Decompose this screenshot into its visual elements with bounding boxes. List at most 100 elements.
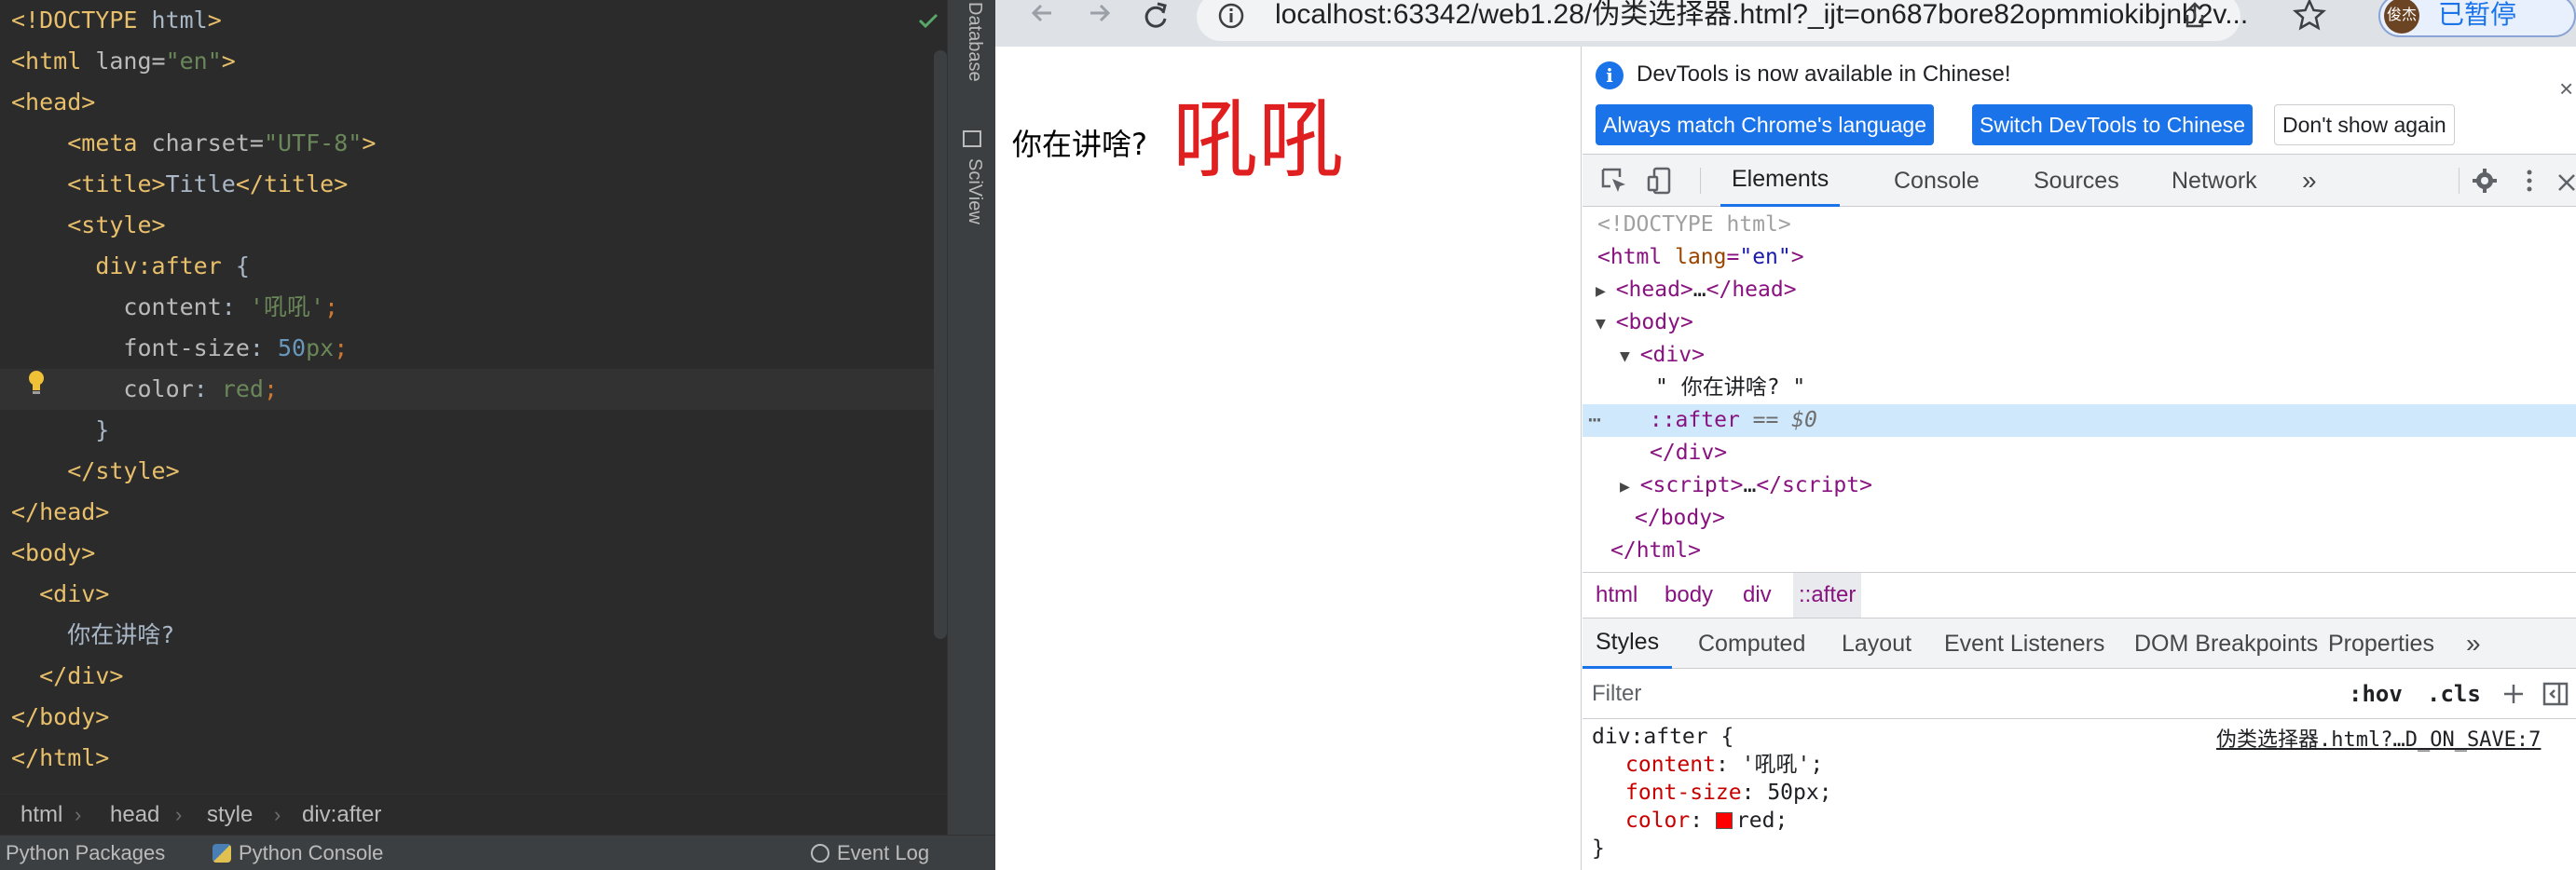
rule-declaration-content[interactable]: content: '吼吼';: [1625, 751, 1823, 779]
code-line[interactable]: <body>: [0, 533, 947, 574]
class-toggle[interactable]: .cls: [2427, 669, 2481, 719]
page-after-content: 吼吼: [1172, 90, 1345, 190]
rule-declaration-color[interactable]: color: red;: [1625, 807, 1788, 835]
share-icon[interactable]: [2181, 0, 2209, 32]
dom-node-body-close[interactable]: </body>: [1583, 502, 2576, 535]
tab-network[interactable]: Network: [2172, 155, 2257, 207]
rule-source-link[interactable]: 伪类选择器.html?…D_ON_SAVE:7: [2216, 723, 2541, 753]
breadcrumb-item[interactable]: style: [207, 795, 253, 836]
code-line-text: <body>: [11, 539, 96, 566]
dom-node-html[interactable]: <html lang="en">: [1583, 241, 2576, 274]
tab-styles[interactable]: Styles: [1583, 619, 1673, 669]
code-line[interactable]: font-size: 50px;: [0, 328, 947, 369]
new-style-rule-icon[interactable]: [2501, 682, 2526, 706]
dom-node-text[interactable]: " 你在讲啥? ": [1583, 372, 2576, 404]
dom-node-div[interactable]: ▼ <div>: [1583, 339, 2576, 372]
tab-event-listeners[interactable]: Event Listeners: [1944, 619, 2104, 669]
tab-computed[interactable]: Computed: [1698, 619, 1805, 669]
database-tab[interactable]: Database: [964, 2, 985, 82]
breadcrumb-item[interactable]: html: [21, 795, 62, 836]
sciview-tab[interactable]: SciView: [964, 158, 985, 224]
dom-node-after-selected[interactable]: ⋯::after == $0: [1583, 404, 2576, 437]
back-arrow-icon[interactable]: [1023, 0, 1061, 37]
toggle-computed-sidebar-icon[interactable]: [2542, 682, 2569, 706]
rule-selector[interactable]: div:after {: [1592, 723, 1733, 751]
code-line[interactable]: <meta charset="UTF-8">: [0, 123, 947, 164]
more-subtabs-chevron-icon[interactable]: »: [2466, 619, 2481, 669]
inspect-element-icon[interactable]: [1599, 166, 1629, 196]
code-line[interactable]: </body>: [0, 697, 947, 738]
dom-node-div-close[interactable]: </div>: [1583, 437, 2576, 469]
page-viewport: 你在讲啥? 吼吼: [995, 47, 1582, 870]
code-line[interactable]: <head>: [0, 82, 947, 123]
gear-icon[interactable]: [2470, 166, 2500, 196]
code-line[interactable]: <style>: [0, 205, 947, 246]
event-log-button[interactable]: Event Log: [811, 836, 929, 870]
more-tabs-chevron-icon[interactable]: »: [2302, 155, 2317, 207]
dom-node-html-close[interactable]: </html>: [1583, 535, 2576, 567]
code-line[interactable]: <title>Title</title>: [0, 164, 947, 205]
code-line[interactable]: 你在讲啥?: [0, 615, 947, 656]
code-line-text: font-size: 50px;: [123, 334, 349, 361]
tab-layout[interactable]: Layout: [1842, 619, 1911, 669]
code-line[interactable]: </style>: [0, 451, 947, 492]
tab-sources[interactable]: Sources: [2034, 155, 2119, 207]
info-icon: i: [1596, 61, 1624, 89]
site-info-icon[interactable]: [1215, 0, 1247, 32]
code-editor[interactable]: <!DOCTYPE html> <html lang="en"> <head> <m…: [0, 0, 947, 788]
dom-node-head[interactable]: ▶ <head>…</head>: [1583, 274, 2576, 306]
color-swatch[interactable]: [1715, 812, 1733, 829]
python-console-button[interactable]: Python Console: [212, 836, 383, 870]
reload-icon[interactable]: [1137, 0, 1174, 37]
styles-filter-input[interactable]: [1592, 676, 2328, 712]
page-div-text: 你在讲啥?: [1012, 127, 1147, 162]
tab-elements[interactable]: Elements: [1720, 155, 1841, 207]
code-line[interactable]: </head>: [0, 492, 947, 533]
tab-dom-breakpoints[interactable]: DOM Breakpoints: [2134, 619, 2318, 669]
dom-node-doctype[interactable]: <!DOCTYPE html>: [1583, 209, 2576, 241]
code-line[interactable]: content: '吼吼';: [0, 287, 947, 328]
crumb-html[interactable]: html: [1596, 573, 1637, 618]
hover-state-toggle[interactable]: :hov: [2349, 669, 2403, 719]
code-line[interactable]: div:after {: [0, 246, 947, 287]
browser-window: localhost:63342/web1.28/伪类选择器.html?_ijt=…: [995, 0, 2576, 870]
dom-node-body[interactable]: ▼ <body>: [1583, 306, 2576, 339]
code-line[interactable]: <!DOCTYPE html>: [0, 0, 947, 41]
address-bar[interactable]: localhost:63342/web1.28/伪类选择器.html?_ijt=…: [1197, 0, 2248, 41]
code-line-text: <!DOCTYPE html>: [11, 7, 222, 34]
code-line-text: </style>: [67, 457, 180, 484]
code-line[interactable]: color: red;: [0, 369, 947, 410]
ide-right-tool-strip: Database SciView: [947, 0, 995, 835]
forward-arrow-icon[interactable]: [1081, 0, 1118, 37]
browser-toolbar: localhost:63342/web1.28/伪类选择器.html?_ijt=…: [995, 0, 2576, 47]
code-line[interactable]: <html lang="en">: [0, 41, 947, 82]
tab-console[interactable]: Console: [1894, 155, 1980, 207]
editor-scrollbar[interactable]: [934, 50, 947, 639]
dom-node-script[interactable]: ▶ <script>…</script>: [1583, 469, 2576, 502]
crumb-after[interactable]: ::after: [1793, 573, 1862, 618]
profile-button[interactable]: 俊杰 已暂停: [2378, 0, 2576, 37]
crumb-div[interactable]: div: [1743, 573, 1772, 618]
check-icon: [918, 13, 939, 29]
more-options-icon[interactable]: [2514, 166, 2544, 196]
code-line-text: </body>: [11, 703, 110, 730]
code-line[interactable]: </html>: [0, 738, 947, 779]
device-toolbar-icon[interactable]: [1646, 166, 1676, 196]
code-line[interactable]: }: [0, 410, 947, 451]
lightbulb-icon[interactable]: [26, 369, 47, 397]
code-line[interactable]: </div>: [0, 656, 947, 697]
close-devtools-icon[interactable]: [2555, 166, 2576, 196]
rule-declaration-font-size[interactable]: font-size: 50px;: [1625, 779, 1832, 807]
crumb-body[interactable]: body: [1665, 573, 1713, 618]
close-icon[interactable]: ×: [2559, 75, 2573, 103]
breadcrumb-item[interactable]: head: [110, 795, 159, 836]
bookmark-star-icon[interactable]: [2291, 0, 2328, 34]
breadcrumb-item[interactable]: div:after: [302, 795, 381, 836]
python-packages-button[interactable]: Python Packages: [6, 836, 165, 870]
code-line[interactable]: <div>: [0, 574, 947, 615]
tab-properties[interactable]: Properties: [2328, 619, 2434, 669]
elements-dom-tree[interactable]: <!DOCTYPE html> <html lang="en"> ▶ <head…: [1583, 207, 2576, 572]
switch-to-chinese-button[interactable]: Switch DevTools to Chinese: [1972, 104, 2254, 145]
always-match-language-button[interactable]: Always match Chrome's language: [1596, 104, 1934, 145]
dont-show-again-button[interactable]: Don't show again: [2274, 104, 2455, 145]
